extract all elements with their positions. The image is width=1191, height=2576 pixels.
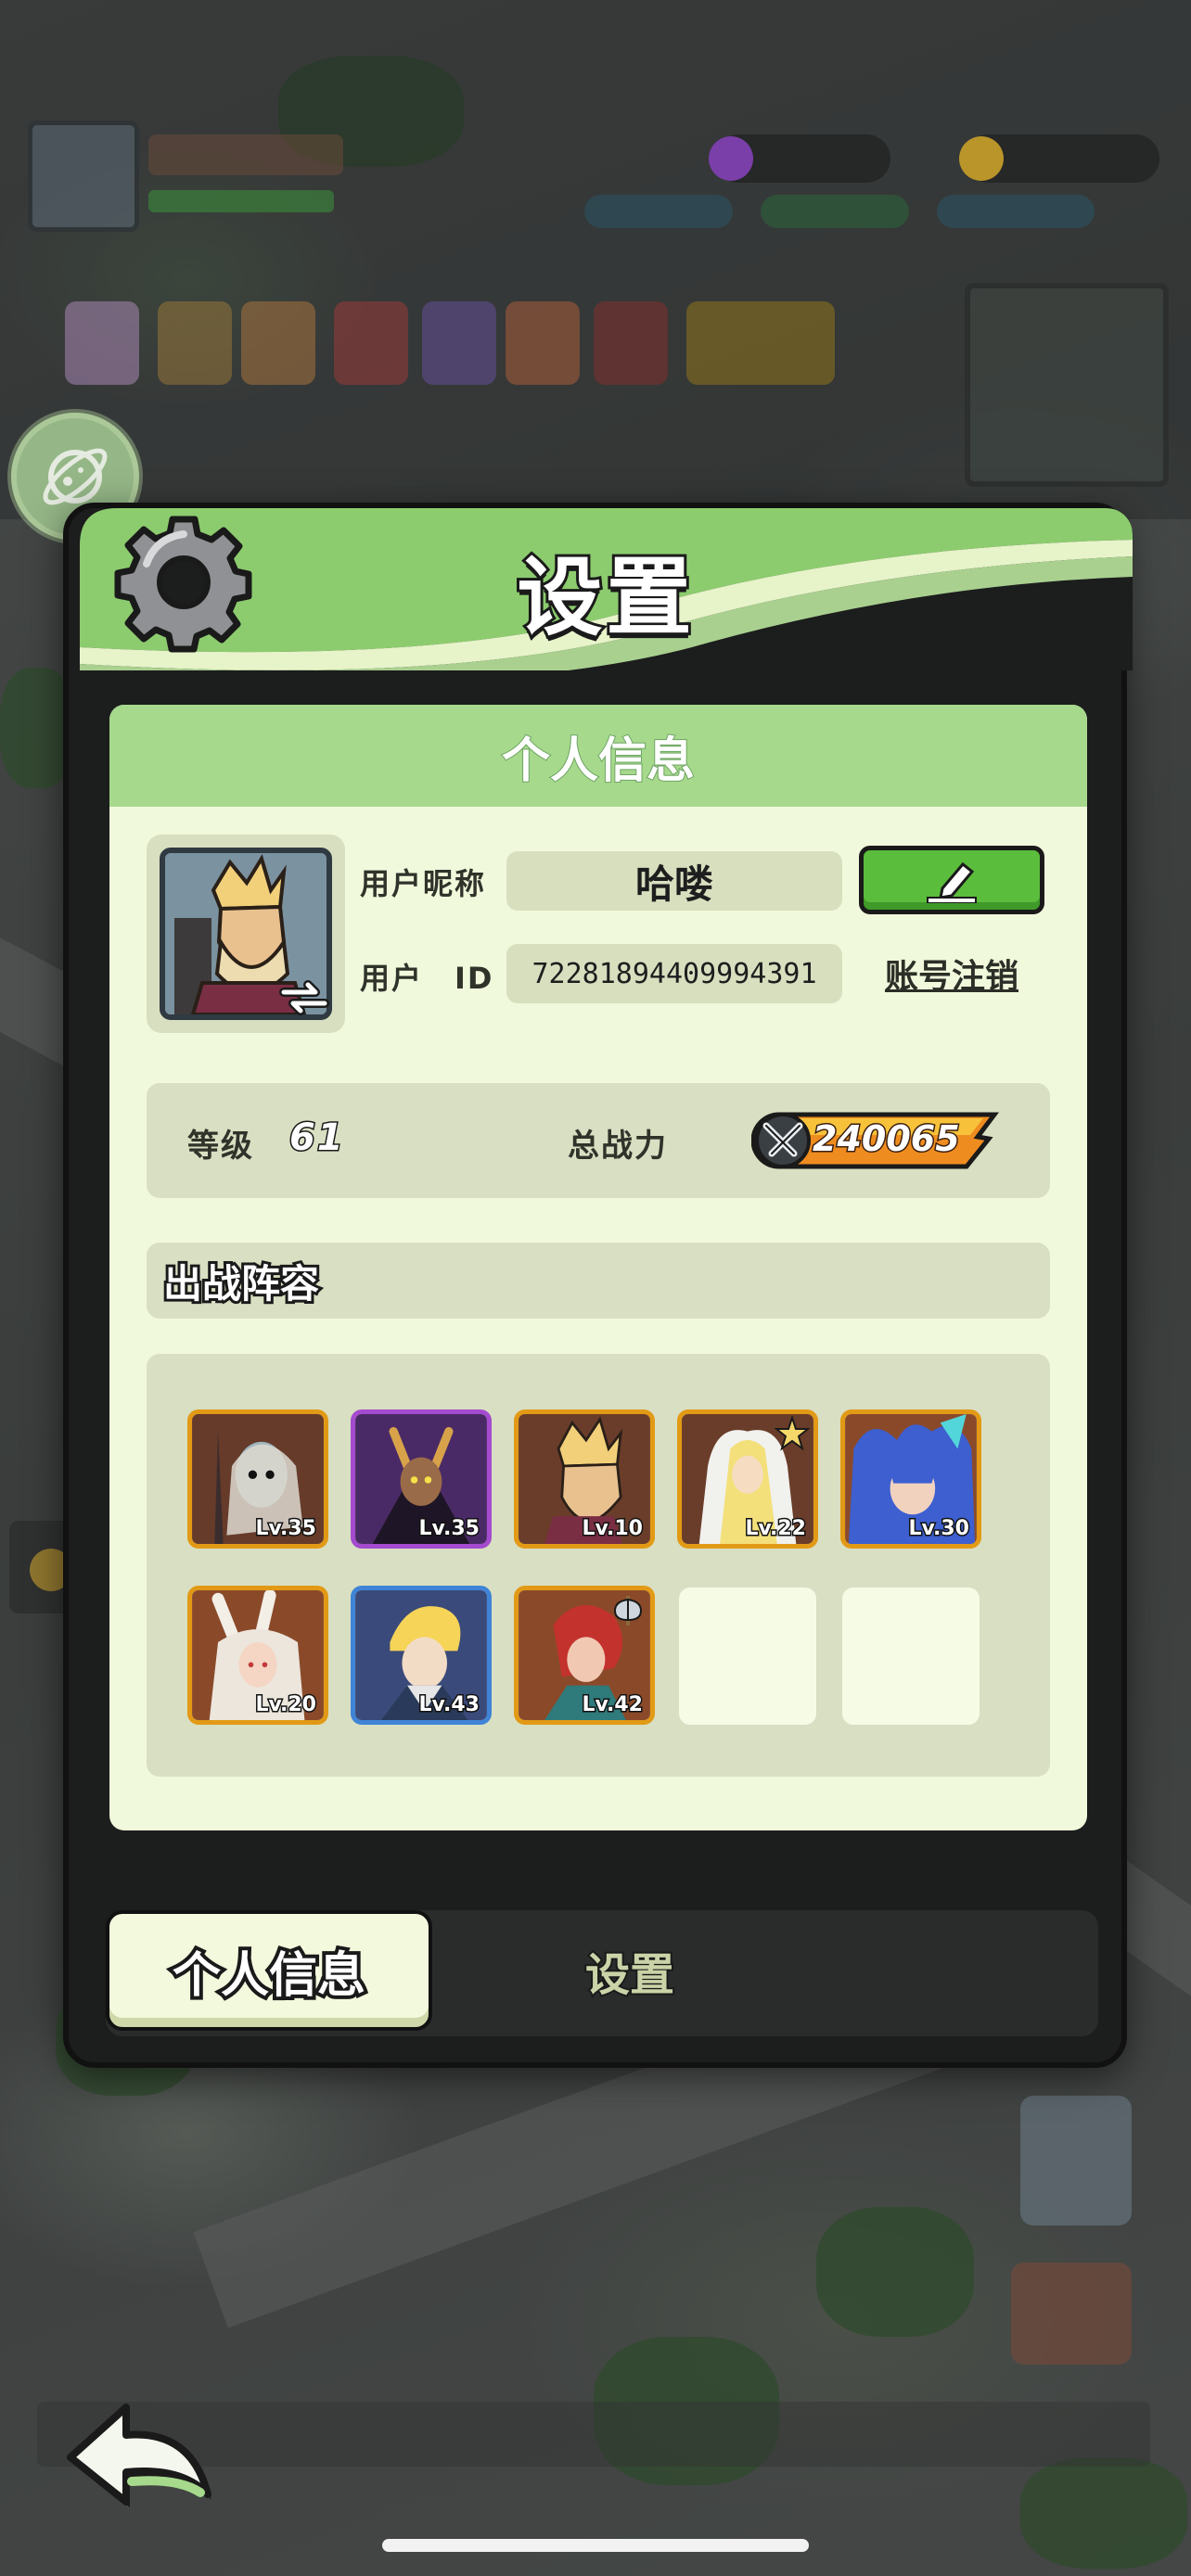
power-value: 240065 [812, 1117, 962, 1161]
lineup-title: 出战阵容 [147, 1243, 1050, 1319]
player-avatar-hud[interactable] [28, 121, 139, 232]
tab-settings[interactable]: 设置 [477, 1919, 783, 2021]
empty-hero-slot[interactable] [842, 1588, 980, 1725]
profile-panel: 个人信息 用户昵称 哈喽 用户 ID 72281894409994391 账号注… [109, 705, 1087, 1830]
settings-modal: 设置 个人信息 用户昵称 哈喽 用户 ID 72281894409994391 … [63, 503, 1133, 2068]
hud-name-bar [148, 134, 343, 175]
axe-badge-icon [609, 1592, 647, 1633]
star-badge-icon [774, 1414, 811, 1455]
hud-chip[interactable] [761, 195, 909, 228]
user-id-label: 用户 ID [360, 961, 494, 996]
nickname-label: 用户昵称 [360, 866, 487, 901]
tab-personal-info[interactable]: 个人信息 [106, 1910, 432, 2031]
gem-counter[interactable] [709, 134, 890, 183]
level-label: 等级 [187, 1128, 254, 1165]
hero-level: Lv.10 [581, 1516, 645, 1542]
level-value: 61 [288, 1116, 345, 1161]
user-id-field: 72281894409994391 [506, 944, 842, 1003]
hud-chip[interactable] [937, 195, 1095, 228]
home-indicator[interactable] [382, 2539, 809, 2552]
hero-slot[interactable]: Lv.35 [187, 1409, 328, 1549]
hero-slot[interactable]: Lv.20 [187, 1586, 328, 1725]
hero-level: Lv.20 [254, 1692, 318, 1718]
back-arrow-icon[interactable] [61, 2392, 219, 2513]
lineup-roster: Lv.35 Lv.35 Lv.10 Lv.22 Lv.30 Lv.20 Lv.4… [147, 1354, 1050, 1777]
empty-hero-slot[interactable] [679, 1588, 816, 1725]
power-badge: 240065 [751, 1109, 1002, 1172]
hero-level: Lv.30 [907, 1516, 971, 1542]
hero-slot[interactable]: Lv.35 [351, 1409, 492, 1549]
hero-slot[interactable]: Lv.42 [514, 1586, 655, 1725]
hero-level: Lv.43 [417, 1692, 481, 1718]
minimap[interactable] [965, 283, 1169, 487]
side-character-button[interactable] [1020, 2096, 1132, 2225]
modal-tabs: 个人信息 设置 [106, 1910, 1098, 2036]
modal-header: 设置 [80, 508, 1133, 670]
hud-chip[interactable] [584, 195, 733, 228]
profile-avatar[interactable] [147, 835, 345, 1033]
nickname-field[interactable]: 哈喽 [506, 851, 842, 911]
hud-exp-bar [148, 190, 334, 212]
hero-level: Lv.42 [581, 1692, 645, 1718]
panel-title: 个人信息 [109, 705, 1087, 807]
hero-level: Lv.22 [744, 1516, 808, 1542]
hero-slot[interactable]: Lv.43 [351, 1586, 492, 1725]
hero-level: Lv.35 [254, 1516, 318, 1542]
modal-title: 设置 [514, 545, 696, 650]
hero-slot[interactable]: Lv.30 [840, 1409, 981, 1549]
cancel-account-link[interactable]: 账号注销 [868, 948, 1035, 1000]
edit-nickname-button[interactable] [859, 846, 1044, 914]
swap-arrow-icon[interactable] [278, 979, 330, 1016]
hero-level: Lv.35 [417, 1516, 481, 1542]
power-label: 总战力 [568, 1128, 668, 1165]
stats-bar: 等级 61 总战力 240065 [147, 1083, 1050, 1198]
coin-counter[interactable] [959, 134, 1159, 183]
hero-slot[interactable]: Lv.10 [514, 1409, 655, 1549]
side-character-button[interactable] [1011, 2263, 1132, 2365]
pencil-icon [927, 861, 977, 903]
hero-slot[interactable]: Lv.22 [677, 1409, 818, 1549]
